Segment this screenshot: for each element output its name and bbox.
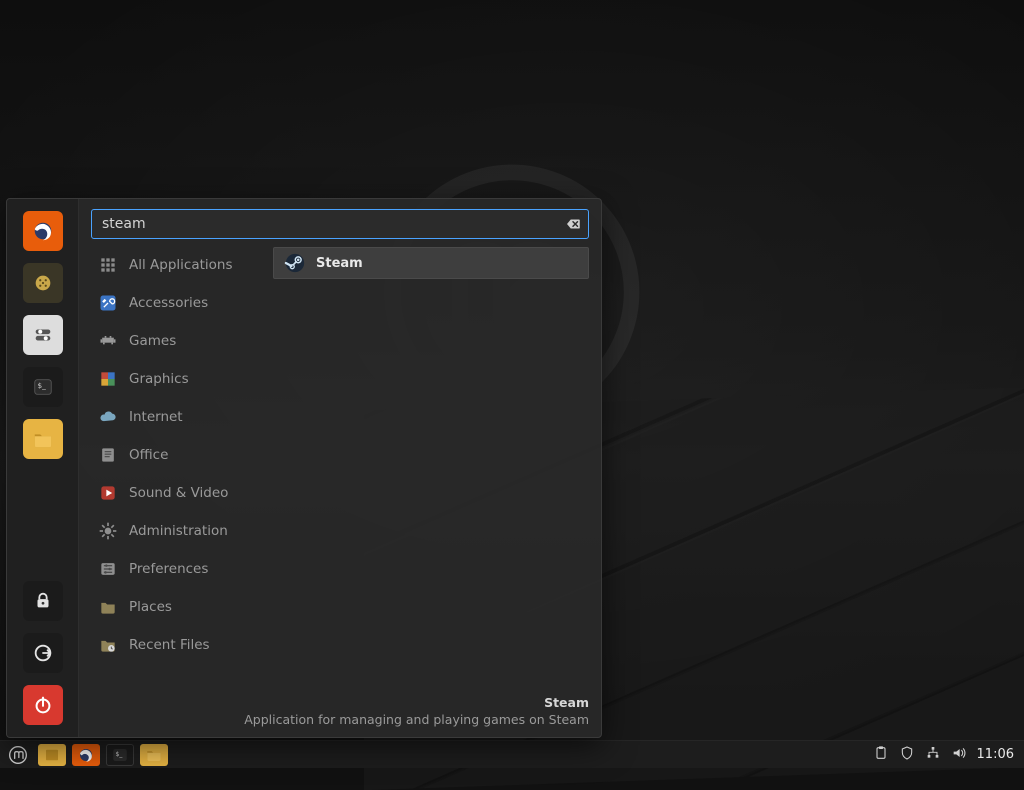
desktop-icon (43, 746, 61, 764)
cloud-icon (97, 406, 119, 428)
rail-lock-screen[interactable] (23, 581, 63, 621)
category-sound-video[interactable]: Sound & Video (91, 475, 263, 511)
firefox-icon (77, 746, 95, 764)
category-label: Sound & Video (129, 485, 228, 501)
taskbar-show-desktop[interactable] (38, 744, 66, 766)
tray-firewall[interactable] (899, 745, 915, 764)
rail-terminal[interactable]: $_ (23, 367, 63, 407)
rail-system-settings[interactable] (23, 315, 63, 355)
menu-body: All Applications Accessories Games Graph… (79, 199, 601, 737)
document-icon (97, 444, 119, 466)
category-accessories[interactable]: Accessories (91, 285, 263, 321)
rail-logout[interactable] (23, 633, 63, 673)
application-menu: $_ All Applications (6, 198, 602, 738)
rail-firefox[interactable] (23, 211, 63, 251)
category-administration[interactable]: Administration (91, 513, 263, 549)
tools-icon (97, 292, 119, 314)
result-label: Steam (316, 256, 363, 271)
category-internet[interactable]: Internet (91, 399, 263, 435)
taskbar-terminal[interactable]: $_ (106, 744, 134, 766)
network-icon (925, 745, 941, 761)
menu-footer: Steam Application for managing and playi… (91, 687, 589, 729)
footer-description: Application for managing and playing gam… (91, 712, 589, 729)
search-input[interactable] (91, 209, 589, 239)
games-icon (97, 330, 119, 352)
mint-logo-icon (8, 745, 28, 765)
rail-software-manager[interactable] (23, 263, 63, 303)
menu-favorites-rail: $_ (7, 199, 79, 737)
category-label: All Applications (129, 257, 233, 273)
category-label: Office (129, 447, 168, 463)
category-label: Accessories (129, 295, 208, 311)
footer-title: Steam (91, 695, 589, 712)
category-label: Games (129, 333, 176, 349)
terminal-icon: $_ (111, 746, 129, 764)
svg-text:$_: $_ (37, 381, 46, 390)
search-wrap (91, 209, 589, 239)
grid-icon (97, 254, 119, 276)
tray-updates[interactable] (873, 745, 889, 764)
category-list: All Applications Accessories Games Graph… (91, 247, 263, 687)
backspace-icon (564, 215, 582, 233)
folder-clock-icon (97, 634, 119, 656)
category-label: Places (129, 599, 172, 615)
rail-quit[interactable] (23, 685, 63, 725)
category-places[interactable]: Places (91, 589, 263, 625)
folder-icon (145, 746, 163, 764)
taskbar: $_ 11:06 (0, 740, 1024, 768)
menu-button[interactable] (4, 742, 32, 768)
folder-icon (97, 596, 119, 618)
steam-icon (284, 252, 306, 274)
gear-icon (97, 520, 119, 542)
search-clear-button[interactable] (563, 214, 583, 234)
rail-files[interactable] (23, 419, 63, 459)
play-icon (97, 482, 119, 504)
category-graphics[interactable]: Graphics (91, 361, 263, 397)
results-list: Steam (273, 247, 589, 687)
taskbar-firefox[interactable] (72, 744, 100, 766)
category-preferences[interactable]: Preferences (91, 551, 263, 587)
category-label: Administration (129, 523, 228, 539)
category-label: Internet (129, 409, 183, 425)
category-label: Preferences (129, 561, 208, 577)
clock[interactable]: 11:06 (977, 747, 1014, 762)
sliders-icon (97, 558, 119, 580)
svg-text:$_: $_ (116, 750, 124, 757)
category-all-applications[interactable]: All Applications (91, 247, 263, 283)
tray-network[interactable] (925, 745, 941, 764)
graphics-icon (97, 368, 119, 390)
sound-icon (951, 745, 967, 761)
category-label: Graphics (129, 371, 189, 387)
category-label: Recent Files (129, 637, 210, 653)
category-games[interactable]: Games (91, 323, 263, 359)
tray-sound[interactable] (951, 745, 967, 764)
category-recent-files[interactable]: Recent Files (91, 627, 263, 663)
taskbar-files[interactable] (140, 744, 168, 766)
clipboard-icon (873, 745, 889, 761)
category-office[interactable]: Office (91, 437, 263, 473)
shield-icon (899, 745, 915, 761)
result-steam[interactable]: Steam (273, 247, 589, 279)
